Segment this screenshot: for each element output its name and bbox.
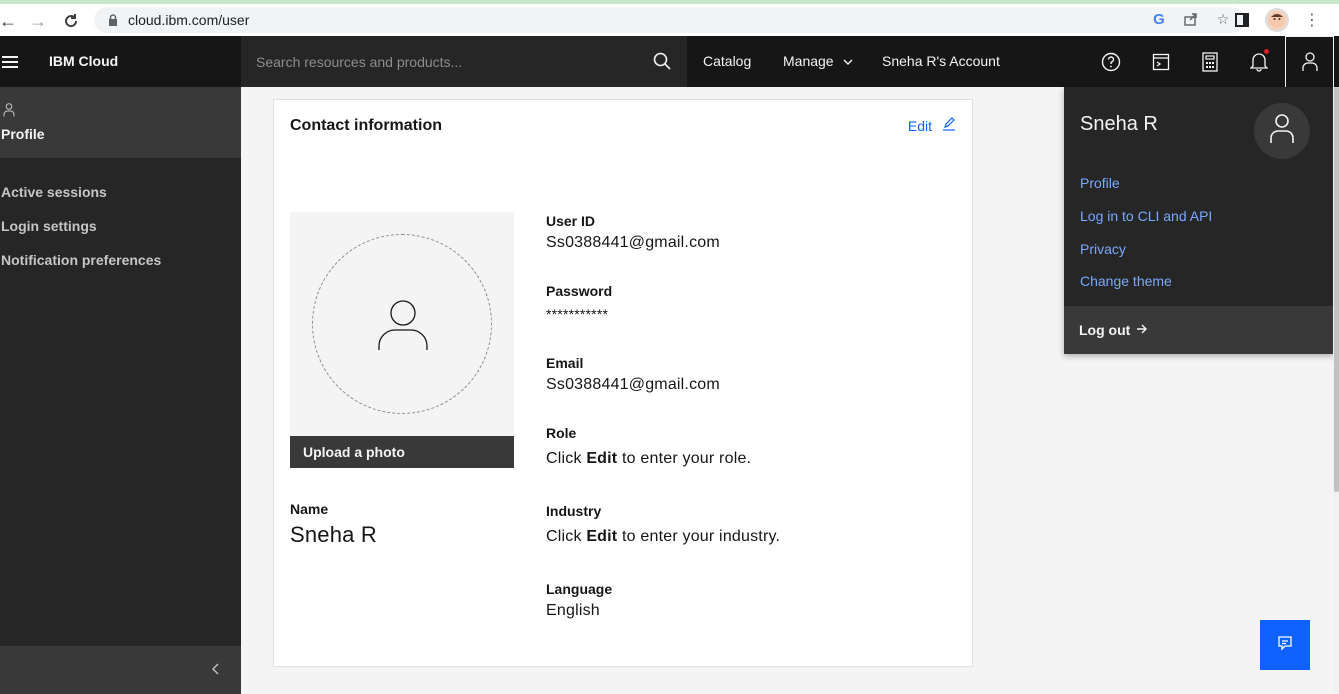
panel-user-name: Sneha R xyxy=(1080,113,1158,135)
account-switcher[interactable]: Sneha R's Account xyxy=(882,53,1000,69)
manage-label: Manage xyxy=(783,53,834,69)
user-icon xyxy=(1270,113,1294,149)
industry-edit-keyword: Edit xyxy=(586,528,618,545)
industry-prefix: Click xyxy=(546,528,587,545)
name-value: Sneha R xyxy=(290,522,378,547)
chevron-left-icon[interactable] xyxy=(211,662,223,676)
url-text: cloud.ibm.com/user xyxy=(128,12,250,28)
pencil-icon xyxy=(942,117,956,134)
logout-label: Log out xyxy=(1079,322,1131,338)
notification-badge xyxy=(1264,49,1269,54)
panel-link-privacy[interactable]: Privacy xyxy=(1080,241,1126,257)
ibm-header: IBM Cloud Search resources and products.… xyxy=(0,36,1339,87)
user-icon xyxy=(3,103,15,117)
user-id-label: User ID xyxy=(546,213,596,229)
search-input[interactable]: Search resources and products... xyxy=(256,54,462,70)
sidebar-item-profile[interactable]: Profile xyxy=(0,87,241,158)
panel-link-cli-api[interactable]: Log in to CLI and API xyxy=(1080,208,1212,224)
contact-information-card: Contact information Edit Upload a photo … xyxy=(273,99,973,667)
notification-icon[interactable] xyxy=(1235,36,1283,87)
language-label: Language xyxy=(546,581,613,597)
edit-button[interactable]: Edit xyxy=(908,117,956,134)
upload-photo-button[interactable]: Upload a photo xyxy=(290,436,514,468)
catalog-link[interactable]: Catalog xyxy=(703,53,751,69)
browser-toolbar: ← → cloud.ibm.com/user G ☆ ⋮ xyxy=(0,0,1339,36)
sidebar-item-label: Profile xyxy=(1,126,45,142)
sidebar: Profile Active sessions Login settings N… xyxy=(0,87,241,694)
panel-avatar xyxy=(1254,103,1310,159)
email-label: Email xyxy=(546,355,584,371)
browser-right-icons: ⋮ xyxy=(1233,8,1321,32)
star-icon[interactable]: ☆ xyxy=(1214,10,1232,28)
role-label: Role xyxy=(546,425,577,441)
panel-link-profile[interactable]: Profile xyxy=(1080,175,1120,191)
hamburger-menu-icon[interactable] xyxy=(0,36,20,87)
user-silhouette-icon xyxy=(376,299,430,353)
cost-estimator-icon[interactable] xyxy=(1186,36,1234,87)
edit-label: Edit xyxy=(907,117,932,134)
name-label: Name xyxy=(290,501,329,517)
chat-support-button[interactable] xyxy=(1260,620,1310,670)
share-icon[interactable] xyxy=(1182,10,1200,28)
chevron-down-icon xyxy=(843,53,853,69)
role-prefix: Click xyxy=(546,450,587,467)
role-suffix: to enter your role. xyxy=(617,450,752,467)
reload-icon[interactable] xyxy=(57,7,85,35)
cloud-shell-icon[interactable] xyxy=(1137,36,1185,87)
card-title: Contact information xyxy=(290,117,442,134)
user-id-value: Ss0388441@gmail.com xyxy=(546,234,720,251)
search-bar[interactable]: Search resources and products... xyxy=(241,36,687,87)
lock-icon xyxy=(106,13,120,27)
sidebar-item-login-settings[interactable]: Login settings xyxy=(1,218,97,234)
back-arrow-icon[interactable]: ← xyxy=(0,7,22,35)
logout-button[interactable]: Log out xyxy=(1064,306,1334,354)
profile-photo-placeholder[interactable] xyxy=(290,212,514,437)
arrow-right-icon xyxy=(1136,322,1148,338)
email-value: Ss0388441@gmail.com xyxy=(546,376,720,393)
chat-icon xyxy=(1277,635,1293,656)
user-menu-panel: Sneha R Profile Log in to CLI and API Pr… xyxy=(1064,87,1334,354)
sidebar-collapse-bar[interactable] xyxy=(0,646,241,694)
manage-menu[interactable]: Manage xyxy=(783,53,853,69)
forward-arrow-icon[interactable]: → xyxy=(24,7,52,35)
help-icon[interactable] xyxy=(1087,36,1135,87)
password-label: Password xyxy=(546,283,613,299)
industry-suffix: to enter your industry. xyxy=(617,528,781,545)
sidebar-item-notification-preferences[interactable]: Notification preferences xyxy=(1,252,161,268)
language-value: English xyxy=(546,602,600,619)
user-avatar-icon[interactable] xyxy=(1285,36,1334,87)
role-value: Click Edit to enter your role. xyxy=(546,450,751,468)
more-menu-icon[interactable]: ⋮ xyxy=(1303,11,1321,29)
brand-name[interactable]: IBM Cloud xyxy=(49,53,118,69)
role-edit-keyword: Edit xyxy=(586,450,618,467)
address-bar[interactable]: cloud.ibm.com/user xyxy=(94,7,1244,33)
browser-profile-avatar[interactable] xyxy=(1265,8,1289,32)
sidebar-item-active-sessions[interactable]: Active sessions xyxy=(1,184,107,200)
google-icon[interactable]: G xyxy=(1150,10,1168,28)
page-scrollbar-thumb[interactable] xyxy=(1334,87,1339,492)
address-bar-icons: G ☆ xyxy=(1150,10,1232,28)
industry-label: Industry xyxy=(546,503,602,519)
panel-link-change-theme[interactable]: Change theme xyxy=(1080,273,1172,289)
search-icon[interactable] xyxy=(653,52,671,70)
side-panel-icon[interactable] xyxy=(1233,11,1251,29)
password-value: *********** xyxy=(546,306,609,322)
industry-value: Click Edit to enter your industry. xyxy=(546,528,780,546)
